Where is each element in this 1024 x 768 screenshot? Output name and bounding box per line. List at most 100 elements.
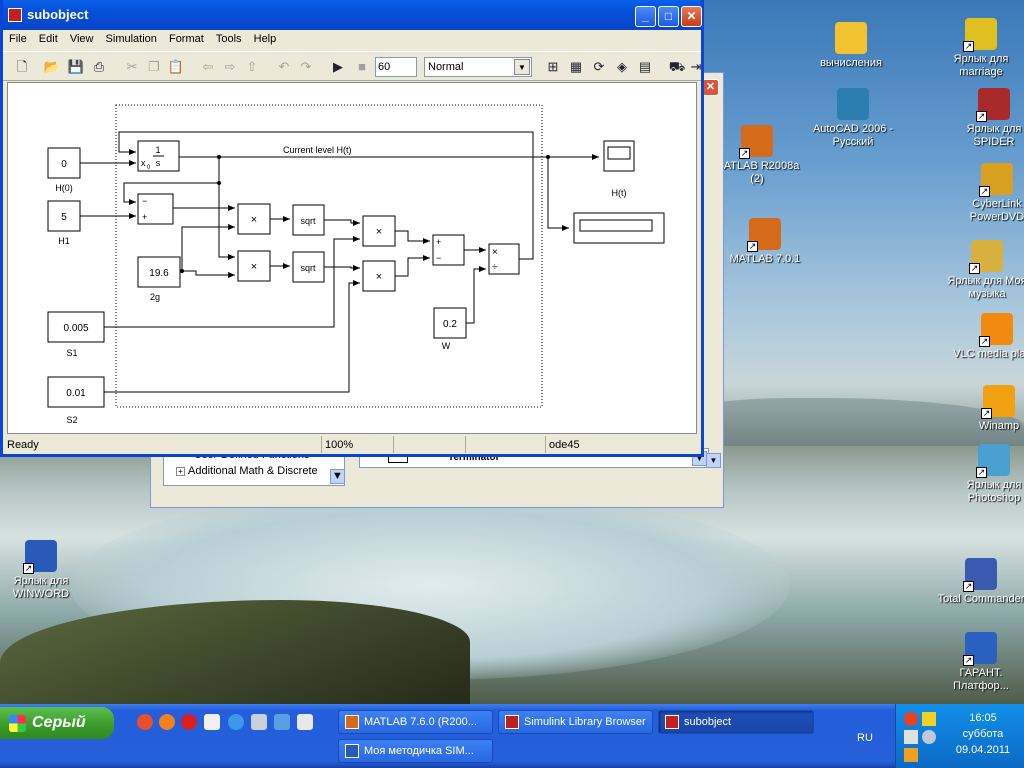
minimize-button[interactable]: _ <box>635 6 656 27</box>
constant-block-w[interactable]: 0.2 W <box>433 307 467 351</box>
library-close-button[interactable]: ✕ <box>702 79 719 96</box>
display-block[interactable] <box>573 212 665 244</box>
stop-icon[interactable]: ■ <box>353 58 371 76</box>
menu-view[interactable]: View <box>70 33 94 45</box>
quicklaunch-opera-icon[interactable] <box>181 714 197 730</box>
up-icon[interactable]: ⇧ <box>243 58 261 76</box>
divide-block[interactable]: × ÷ <box>488 243 520 275</box>
product4-symbol: × <box>376 271 382 283</box>
desktop-icon-photoshop[interactable]: ↗ Ярлык для Photoshop <box>949 444 1024 505</box>
desktop-icon-matlab2008[interactable]: ↗ MATLAB R2008a (2) <box>712 125 802 186</box>
desktop-icon-folder[interactable]: вычисления <box>806 22 896 70</box>
task-word-doc[interactable]: Моя методичка SIM... <box>338 739 493 763</box>
close-button[interactable]: ✕ <box>681 6 702 27</box>
task-matlab[interactable]: MATLAB 7.6.0 (R200... <box>338 710 493 734</box>
menu-edit[interactable]: Edit <box>39 33 58 45</box>
desktop-icon-marriage[interactable]: ↗ Ярлык для marriage <box>936 18 1024 79</box>
tray-app-icon[interactable] <box>904 748 918 762</box>
model-canvas[interactable]: Current level H(t) 0 H(0) 5 H1 19.6 2g 0… <box>7 82 697 434</box>
constant-block-h1[interactable]: 5 H1 <box>47 200 81 246</box>
tree-scroll-down-icon[interactable]: ▼ <box>330 469 345 484</box>
quicklaunch-mail-icon[interactable] <box>137 714 153 730</box>
undo-icon[interactable]: ↶ <box>275 58 293 76</box>
constant-block-2g[interactable]: 19.6 2g <box>137 256 181 302</box>
start-button[interactable]: Серый <box>0 707 114 739</box>
constant-block-s2[interactable]: 0.01 S2 <box>47 376 105 425</box>
product-block-4[interactable]: × <box>362 260 396 292</box>
desktop-icon-garant[interactable]: ↗ ГАРАНТ. Платфор... <box>936 632 1024 693</box>
desktop-icon-spider[interactable]: ↗ Ярлык для SPIDER <box>949 88 1024 149</box>
task-library-browser[interactable]: Simulink Library Browser <box>498 710 653 734</box>
menu-simulation[interactable]: Simulation <box>106 33 157 45</box>
chevron-down-icon[interactable]: ▼ <box>514 59 530 75</box>
sqrt-block-2[interactable]: sqrt <box>292 251 325 283</box>
tray-warning-icon[interactable] <box>922 712 936 726</box>
clock[interactable]: 16:05 суббота 09.04.2011 <box>948 710 1018 758</box>
quicklaunch-chat-icon[interactable] <box>297 714 313 730</box>
constant-block-h0[interactable]: 0 H(0) <box>47 147 81 193</box>
maximize-button[interactable]: □ <box>658 6 679 27</box>
sum-block-2[interactable]: + − <box>432 234 465 266</box>
desktop-icon-music[interactable]: ↗ Ярлык для Моя музыка <box>942 240 1024 301</box>
save-icon[interactable]: 💾 <box>67 58 85 76</box>
quicklaunch-firefox-icon[interactable] <box>159 714 175 730</box>
cut-icon[interactable]: ✂ <box>123 58 141 76</box>
simulation-mode-select[interactable]: Normal ▼ <box>424 57 532 77</box>
update-diagram-icon[interactable]: ⊞ <box>544 58 562 76</box>
quicklaunch-media-icon[interactable] <box>274 714 290 730</box>
stop-time-input[interactable]: 60 <box>375 57 417 77</box>
sum-block-1[interactable]: − + <box>137 193 174 225</box>
h1-label: H1 <box>58 236 70 246</box>
model-window[interactable]: subobject _ □ ✕ File Edit View Simulatio… <box>0 0 704 457</box>
task-subobject[interactable]: subobject <box>658 710 814 734</box>
debug-icon[interactable]: ⛟ <box>668 58 686 76</box>
desktop-icon-label: Ярлык для Моя музыка <box>947 275 1024 300</box>
paste-icon[interactable]: 📋 <box>167 58 185 76</box>
print-icon[interactable]: ⎙ <box>90 58 108 76</box>
menu-tools[interactable]: Tools <box>216 33 242 45</box>
desktop-icon-winamp[interactable]: ↗ Winamp <box>954 385 1024 433</box>
desktop-icon-vlc[interactable]: ↗VLC media player <box>952 313 1024 361</box>
new-icon[interactable]: 🗋 <box>13 58 31 76</box>
scope-block[interactable]: H(t) <box>603 140 635 198</box>
tray-mail-icon[interactable] <box>904 712 918 726</box>
constant-block-s1[interactable]: 0.005 S1 <box>47 311 105 358</box>
expand-icon[interactable]: + <box>176 467 185 476</box>
quicklaunch-doc-icon[interactable] <box>251 714 267 730</box>
block-diagram[interactable]: Current level H(t) 0 H(0) 5 H1 19.6 2g 0… <box>8 83 697 434</box>
hide-icon[interactable]: ⇥ <box>687 58 705 76</box>
tree-item-additional-math[interactable]: + Additional Math & Discrete <box>176 465 318 477</box>
product-block-3[interactable]: × <box>362 215 396 247</box>
desktop-icon-matlab7[interactable]: ↗ MATLAB 7.0.1 <box>720 218 810 266</box>
desktop-icon-totalcmd[interactable]: ↗ Total Commander <box>936 558 1024 606</box>
product-block-1[interactable]: × <box>237 203 271 235</box>
quicklaunch-ie-icon[interactable] <box>228 714 244 730</box>
back-icon[interactable]: ⇦ <box>199 58 217 76</box>
tray-network-icon[interactable] <box>904 730 918 744</box>
menu-file[interactable]: File <box>9 33 27 45</box>
library-icon[interactable]: ◈ <box>613 58 631 76</box>
library-scroll-icon[interactable]: ▼ <box>706 453 721 468</box>
redo-icon[interactable]: ↷ <box>297 58 315 76</box>
open-icon[interactable]: 📂 <box>43 58 61 76</box>
play-icon[interactable]: ▶ <box>329 58 347 76</box>
forward-icon[interactable]: ⇨ <box>221 58 239 76</box>
explorer-icon[interactable]: ▤ <box>636 58 654 76</box>
desktop-icon-winword[interactable]: ↗ Ярлык для WINWORD <box>0 540 86 601</box>
tray-volume-icon[interactable] <box>922 730 936 744</box>
quicklaunch-desktop-icon[interactable] <box>204 714 220 730</box>
product-block-2[interactable]: × <box>237 250 271 282</box>
language-indicator[interactable]: RU <box>848 728 882 748</box>
status-solver: ode45 <box>545 436 685 453</box>
desktop-icon-autocad[interactable]: AutoCAD 2006 - Русский <box>808 88 898 149</box>
title-bar[interactable]: subobject _ □ ✕ <box>3 0 702 30</box>
menu-format[interactable]: Format <box>169 33 204 45</box>
sqrt-block-1[interactable]: sqrt <box>292 204 325 236</box>
menu-help[interactable]: Help <box>254 33 277 45</box>
refresh-icon[interactable]: ⟳ <box>590 58 608 76</box>
copy-icon[interactable]: ❐ <box>145 58 163 76</box>
build-icon[interactable]: ▦ <box>567 58 585 76</box>
integrator-block[interactable]: 1 s x 0 <box>137 140 180 172</box>
shortcut-arrow-icon: ↗ <box>976 111 987 122</box>
desktop-icon-cyberlink[interactable]: ↗ CyberLink PowerDVD <box>952 163 1024 224</box>
